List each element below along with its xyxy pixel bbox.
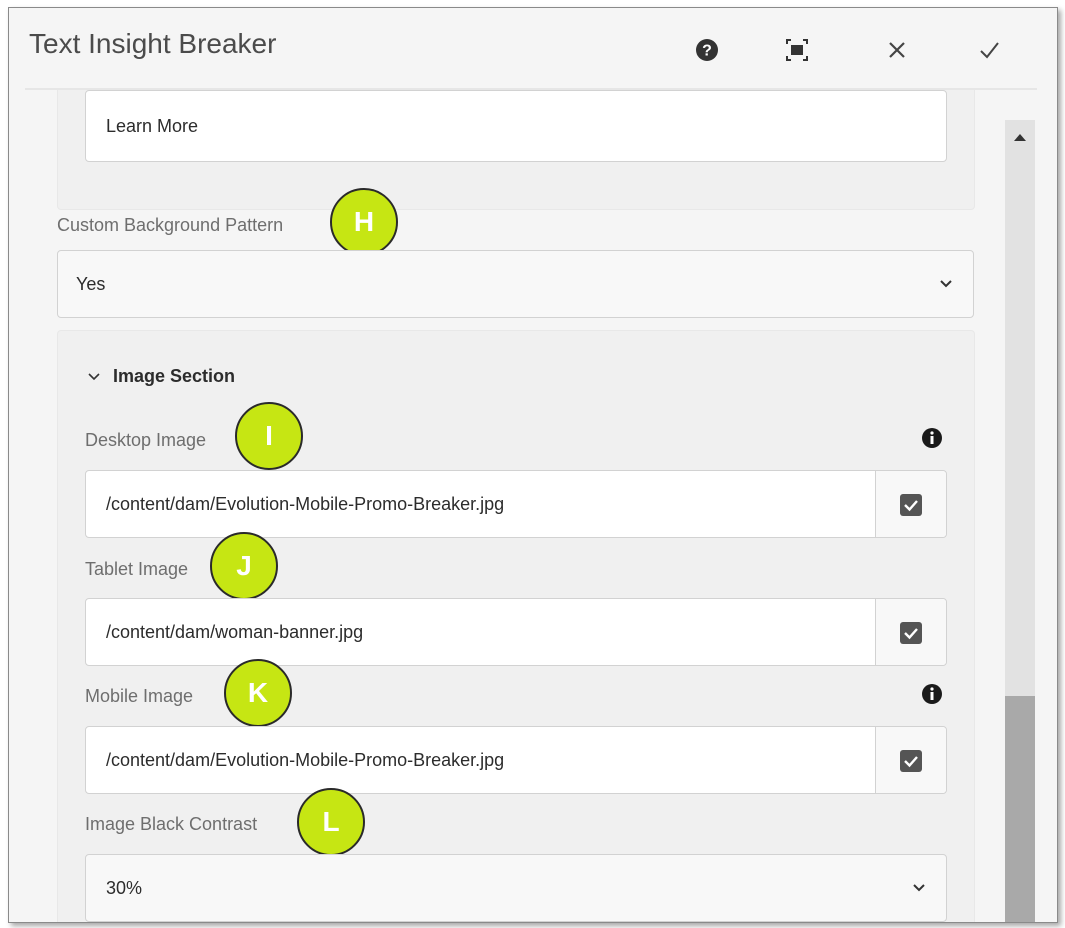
tablet-image-browse-button[interactable] <box>875 599 946 665</box>
desktop-image-pathfield: /content/dam/Evolution-Mobile-Promo-Brea… <box>85 470 947 538</box>
custom-background-label: Custom Background Pattern <box>57 215 284 235</box>
scrollbar-thumb[interactable] <box>1005 696 1035 922</box>
image-contrast-select[interactable]: 30% <box>85 854 947 922</box>
learn-more-input[interactable]: Learn More <box>85 90 947 162</box>
mobile-image-browse-button[interactable] <box>875 727 946 793</box>
tablet-image-input[interactable]: /content/dam/woman-banner.jpg <box>106 599 363 665</box>
info-icon[interactable] <box>921 427 943 449</box>
callout-badge-l: L <box>297 788 365 856</box>
dialog-content: Learn More Custom Background Pattern H Y… <box>9 90 1057 922</box>
dialog-title: Text Insight Breaker <box>29 28 277 59</box>
dialog-header: Text Insight Breaker ? <box>9 8 1057 88</box>
mobile-image-pathfield: /content/dam/Evolution-Mobile-Promo-Brea… <box>85 726 947 794</box>
chevron-down-icon <box>913 884 925 892</box>
checkbox-icon <box>900 750 922 772</box>
chevron-down-icon <box>88 372 100 380</box>
chevron-down-icon <box>940 280 952 288</box>
checkmark-icon[interactable] <box>973 34 1005 66</box>
desktop-image-browse-button[interactable] <box>875 471 946 537</box>
custom-background-value: Yes <box>76 273 106 294</box>
image-section-toggle[interactable]: Image Section <box>87 366 235 387</box>
image-contrast-label: Image Black Contrast <box>85 814 258 834</box>
image-section-heading: Image Section <box>113 366 236 386</box>
desktop-image-input[interactable]: /content/dam/Evolution-Mobile-Promo-Brea… <box>106 471 504 537</box>
svg-text:?: ? <box>702 43 712 60</box>
desktop-image-label: Desktop Image <box>85 430 207 450</box>
tablet-image-label: Tablet Image <box>85 559 189 579</box>
info-icon[interactable] <box>921 683 943 705</box>
fullscreen-icon[interactable] <box>781 34 813 66</box>
help-icon[interactable]: ? <box>691 34 723 66</box>
callout-badge-j: J <box>210 532 278 600</box>
mobile-image-label: Mobile Image <box>85 686 194 706</box>
image-contrast-value: 30% <box>106 877 143 898</box>
dialog: Text Insight Breaker ? Learn More Custom… <box>8 7 1058 923</box>
custom-background-select[interactable]: Yes <box>57 250 974 318</box>
callout-badge-h: H <box>330 188 398 256</box>
callout-badge-k: K <box>224 659 292 727</box>
mobile-image-input[interactable]: /content/dam/Evolution-Mobile-Promo-Brea… <box>106 727 504 793</box>
scroll-up-arrow-icon[interactable] <box>1013 132 1027 142</box>
checkbox-icon <box>900 622 922 644</box>
tablet-image-pathfield: /content/dam/woman-banner.jpg <box>85 598 947 666</box>
close-icon[interactable] <box>881 34 913 66</box>
callout-badge-i: I <box>235 402 303 470</box>
checkbox-icon <box>900 494 922 516</box>
